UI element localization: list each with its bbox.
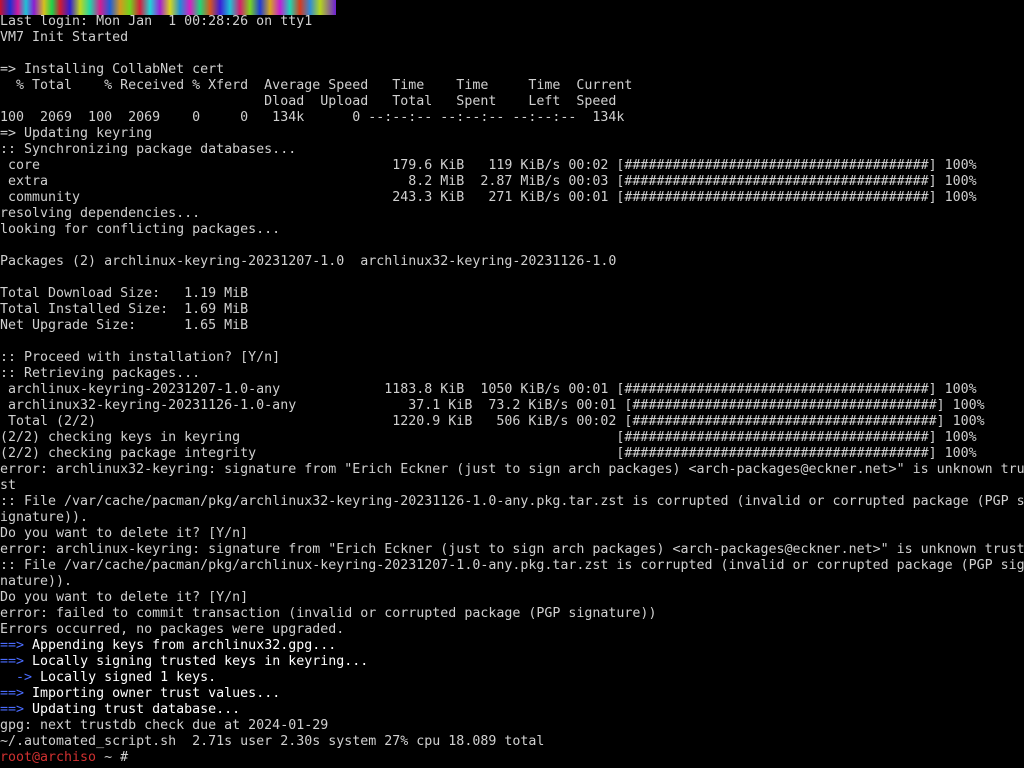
terminal-line: error: archlinux32-keyring: signature fr…: [0, 462, 1024, 477]
terminal-status-line: ==> Locally signing trusted keys in keyr…: [0, 654, 1024, 670]
terminal-line: ~/.automated_script.sh 2.71s user 2.30s …: [0, 734, 545, 749]
terminal-line: => Updating keyring: [0, 126, 153, 141]
terminal-line: (2/2) checking package integrity [######…: [0, 446, 977, 461]
shell-prompt[interactable]: root@archiso ~ #: [0, 750, 1024, 766]
terminal-window[interactable]: Last login: Mon Jan 1 00:28:26 on tty1 VM…: [0, 0, 1024, 768]
terminal-line: looking for conflicting packages...: [0, 222, 281, 237]
terminal-line: Total (2/2) 1220.9 KiB 506 KiB/s 00:02 […: [0, 414, 985, 429]
terminal-line: :: File /var/cache/pacman/pkg/archlinux-…: [0, 558, 1024, 573]
terminal-status-line: -> Locally signed 1 keys.: [0, 670, 1024, 686]
terminal-line: (2/2) checking keys in keyring [########…: [0, 430, 977, 445]
terminal-line: resolving dependencies...: [0, 206, 201, 221]
arrow-marker: ==>: [0, 638, 25, 653]
prompt-path: ~ #: [96, 750, 129, 765]
terminal-line: Total Installed Size: 1.69 MiB: [0, 302, 249, 317]
terminal-line: VM7 Init Started: [0, 30, 129, 45]
terminal-line: extra 8.2 MiB 2.87 MiB/s 00:03 [########…: [0, 174, 977, 189]
terminal-line: Net Upgrade Size: 1.65 MiB: [0, 318, 249, 333]
status-text: Appending keys from archlinux32.gpg...: [24, 638, 337, 653]
terminal-line: core 179.6 KiB 119 KiB/s 00:02 [########…: [0, 158, 977, 173]
terminal-output: Last login: Mon Jan 1 00:28:26 on tty1 VM…: [0, 14, 1024, 766]
terminal-line: 100 2069 100 2069 0 0 134k 0 --:--:-- --…: [0, 110, 625, 125]
status-text: Locally signed 1 keys.: [32, 670, 217, 685]
terminal-line: nature)).: [0, 574, 73, 589]
terminal-line: Do you want to delete it? [Y/n]: [0, 590, 249, 605]
terminal-line: error: archlinux-keyring: signature from…: [0, 542, 1024, 557]
terminal-line: Dload Upload Total Spent Left Speed: [0, 94, 617, 109]
terminal-status-line: ==> Importing owner trust values...: [0, 686, 1024, 702]
terminal-line: Packages (2) archlinux-keyring-20231207-…: [0, 254, 617, 269]
terminal-line: :: File /var/cache/pacman/pkg/archlinux3…: [0, 494, 1024, 509]
terminal-line: Last login: Mon Jan 1 00:28:26 on tty1: [0, 14, 313, 29]
terminal-line: => Installing CollabNet cert: [0, 62, 225, 77]
arrow-marker: ->: [0, 670, 33, 685]
terminal-line: ignature)).: [0, 510, 89, 525]
arrow-marker: ==>: [0, 686, 25, 701]
terminal-line: error: failed to commit transaction (inv…: [0, 606, 657, 621]
terminal-line: :: Retrieving packages...: [0, 366, 201, 381]
terminal-line: archlinux32-keyring-20231126-1.0-any 37.…: [0, 398, 985, 413]
terminal-line: gpg: next trustdb check due at 2024-01-2…: [0, 718, 329, 733]
terminal-line: Do you want to delete it? [Y/n]: [0, 526, 249, 541]
terminal-line: community 243.3 KiB 271 KiB/s 00:01 [###…: [0, 190, 977, 205]
status-text: Locally signing trusted keys in keyring.…: [24, 654, 369, 669]
terminal-status-line: ==> Appending keys from archlinux32.gpg.…: [0, 638, 1024, 654]
terminal-line: Errors occurred, no packages were upgrad…: [0, 622, 345, 637]
terminal-line: % Total % Received % Xferd Average Speed…: [0, 78, 633, 93]
terminal-line: :: Proceed with installation? [Y/n]: [0, 350, 281, 365]
terminal-line: archlinux-keyring-20231207-1.0-any 1183.…: [0, 382, 977, 397]
framebuffer-noise-bar: [0, 0, 336, 15]
terminal-status-line: ==> Updating trust database...: [0, 702, 1024, 718]
arrow-marker: ==>: [0, 654, 25, 669]
status-text: Updating trust database...: [24, 702, 241, 717]
status-text: Importing owner trust values...: [24, 686, 281, 701]
terminal-line: :: Synchronizing package databases...: [0, 142, 297, 157]
prompt-user-host: root@archiso: [0, 750, 97, 765]
arrow-marker: ==>: [0, 702, 25, 717]
terminal-line: Total Download Size: 1.19 MiB: [0, 286, 249, 301]
terminal-line: st: [0, 478, 17, 493]
